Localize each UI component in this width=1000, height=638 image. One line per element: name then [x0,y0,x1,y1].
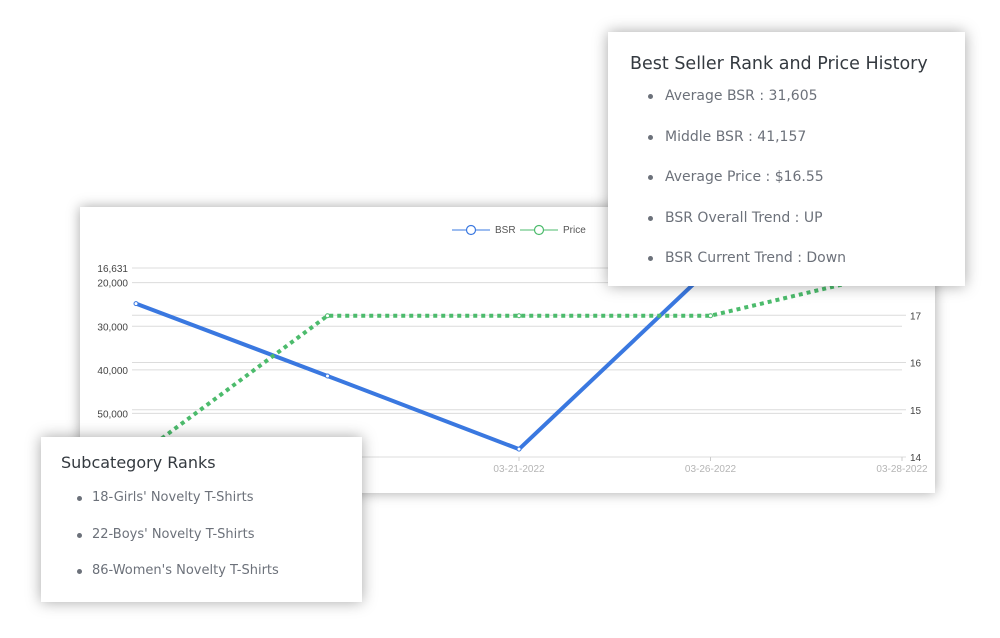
left-axis-tick: 30,000 [97,322,128,333]
data-point-price [325,313,330,319]
bsr-card-title: Best Seller Rank and Price History [630,54,928,74]
right-axis-tick: 16 [910,359,922,370]
right-axis-tick: 17 [910,311,922,322]
series-line-bsr [135,266,712,452]
subcategory-list: 18-Girls' Novelty T-Shirts 22-Boys' Nove… [77,490,279,600]
legend-marker-price [533,224,545,236]
left-axis-tick: 16,631 [97,264,128,275]
subcategory-item: 18-Girls' Novelty T-Shirts [77,490,279,527]
average-price: Average Price : $16.55 [647,169,846,210]
right-axis-tick: 15 [910,406,922,417]
data-point-price [516,313,522,319]
bsr-current-trend: BSR Current Trend : Down [647,250,846,291]
left-axis-tick: 50,000 [97,409,128,420]
x-axis-tick: 03-28-2022 [876,464,928,475]
bsr-overall-trend: BSR Overall Trend : UP [647,210,846,251]
data-point-price [708,313,713,319]
middle-bsr: Middle BSR : 41,157 [647,129,846,170]
subcategory-card-title: Subcategory Ranks [61,453,216,472]
subcategory-ranks-card: Subcategory Ranks 18-Girls' Novelty T-Sh… [41,437,362,602]
data-point-bsr [133,301,139,307]
left-axis-tick: 40,000 [97,366,128,377]
data-point-bsr [325,373,330,379]
bsr-stats-list: Average BSR : 31,605 Middle BSR : 41,157… [647,88,846,291]
legend-marker-bsr [465,224,477,236]
bsr-price-summary-card: Best Seller Rank and Price History Avera… [608,32,965,286]
x-axis-tick: 03-26-2022 [685,464,737,475]
right-axis-tick: 14 [910,453,922,464]
legend-label-price: Price [563,225,586,236]
left-axis-tick: 20,000 [97,279,128,290]
average-bsr: Average BSR : 31,605 [647,88,846,129]
series-line-price [134,268,903,460]
data-point-bsr [516,446,522,452]
legend-label-bsr: BSR [495,225,516,236]
x-axis-tick: 03-21-2022 [493,464,545,475]
subcategory-item: 86-Women's Novelty T-Shirts [77,563,279,600]
subcategory-item: 22-Boys' Novelty T-Shirts [77,527,279,564]
